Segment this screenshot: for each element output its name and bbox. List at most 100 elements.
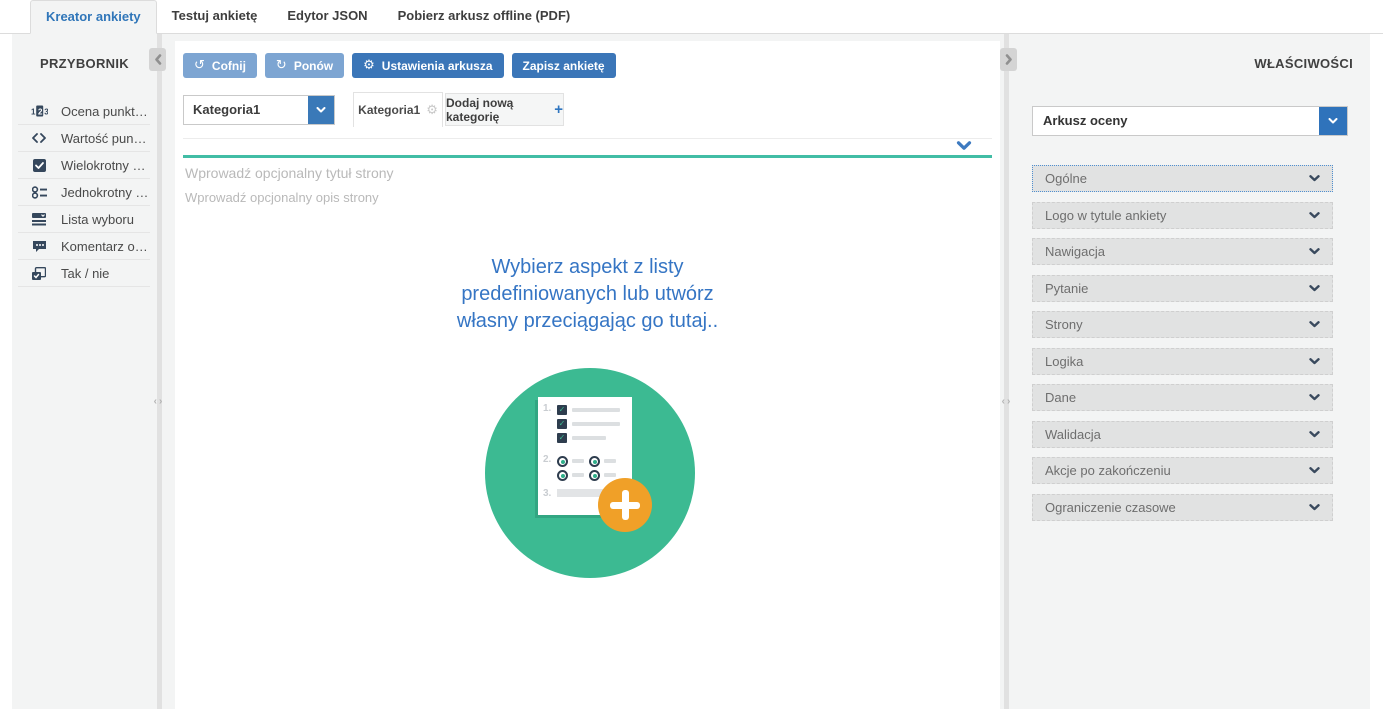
- undo-icon: ↺: [194, 58, 205, 73]
- collapse-toolbox-button[interactable]: [149, 48, 166, 71]
- accordion-section-label: Dane: [1045, 390, 1309, 405]
- empty-message-line: własny przeciągając go tutaj..: [175, 308, 1000, 335]
- drop-zone-illustration: 1. ✓ ✓ ✓ 2. 3.: [485, 368, 695, 578]
- radiogroup-icon: [30, 186, 48, 199]
- properties-selector-dropdown-button[interactable]: [1319, 107, 1347, 135]
- properties-title: WŁAŚCIWOŚCI: [1254, 56, 1353, 71]
- svg-text:3: 3: [44, 108, 48, 117]
- add-category-label: Dodaj nową kategorię: [446, 96, 548, 124]
- accordion-section-strony[interactable]: Strony: [1032, 311, 1333, 338]
- collapse-survey-header-chevron-icon[interactable]: [956, 141, 972, 151]
- chevron-down-icon: [1309, 212, 1320, 219]
- paper-checkbox-icon: ✓: [557, 433, 567, 443]
- chevron-down-icon: [1309, 285, 1320, 292]
- toolbox-item-checkbox[interactable]: Wielokrotny …: [18, 152, 150, 179]
- toolbox-item-dropdown[interactable]: Lista wyboru: [18, 206, 150, 233]
- accordion-section-dane[interactable]: Dane: [1032, 384, 1333, 411]
- chevron-down-icon: [1328, 118, 1338, 124]
- survey-accent-line: [183, 155, 992, 158]
- paper-text-line: [604, 459, 616, 463]
- accordion-section-label: Ograniczenie czasowe: [1045, 500, 1309, 515]
- properties-selector-value: Arkusz oceny: [1033, 107, 1319, 135]
- undo-button[interactable]: ↺ Cofnij: [183, 53, 257, 78]
- redo-button[interactable]: ↻ Ponów: [265, 53, 344, 78]
- survey-header-divider: [183, 138, 992, 139]
- accordion-section-label: Walidacja: [1045, 427, 1309, 442]
- accordion-section-walidacja[interactable]: Walidacja: [1032, 421, 1333, 448]
- paper-radio-icon: [557, 470, 568, 481]
- tab-edytor-json[interactable]: Edytor JSON: [272, 0, 382, 34]
- page-bar: Kategoria1 Kategoria1 ⚙ Dodaj nową kateg…: [183, 92, 1008, 127]
- accordion-section-nawigacja[interactable]: Nawigacja: [1032, 238, 1333, 265]
- page-selector[interactable]: Kategoria1: [183, 95, 335, 125]
- dropdown-icon: [30, 213, 48, 226]
- paper-text-line: [572, 422, 620, 426]
- redo-label: Ponów: [294, 59, 333, 73]
- paper-number: 3.: [543, 488, 551, 499]
- toolbox-item-radiogroup[interactable]: Jednokrotny …: [18, 179, 150, 206]
- accordion-section-ogolne[interactable]: Ogólne: [1032, 165, 1333, 192]
- top-tab-bar: Kreator ankiety Testuj ankietę Edytor JS…: [0, 0, 1383, 34]
- toolbox-item-comment[interactable]: Komentarz o…: [18, 233, 150, 260]
- toolbox-item-boolean[interactable]: Tak / nie: [18, 260, 150, 287]
- save-survey-label: Zapisz ankietę: [523, 59, 605, 73]
- undo-label: Cofnij: [212, 59, 246, 73]
- toolbox-splitter[interactable]: [157, 34, 162, 709]
- tab-pobierz-pdf[interactable]: Pobierz arkusz offline (PDF): [383, 0, 586, 34]
- chevron-down-icon: [1309, 321, 1320, 328]
- page-tab-label: Kategoria1: [358, 103, 420, 117]
- page-tab-kategoria1[interactable]: Kategoria1 ⚙: [353, 92, 443, 127]
- gear-icon: ⚙: [363, 58, 375, 73]
- accordion-section-label: Akcje po zakończeniu: [1045, 463, 1309, 478]
- accordion-section-logo[interactable]: Logo w tytule ankiety: [1032, 202, 1333, 229]
- toolbox-item-label: Jednokrotny …: [61, 185, 148, 200]
- properties-object-selector[interactable]: Arkusz oceny: [1032, 106, 1348, 136]
- comment-icon: [30, 240, 48, 253]
- value-icon: [30, 133, 48, 143]
- chevron-down-icon: [1309, 467, 1320, 474]
- toolbox-item-label: Wielokrotny …: [61, 158, 146, 173]
- toolbox-item-value[interactable]: Wartość pun…: [18, 125, 150, 152]
- properties-resize-handle[interactable]: ‹›: [996, 396, 1018, 407]
- page-settings-gear-icon[interactable]: ⚙: [426, 103, 438, 118]
- paper-text-line: [572, 436, 606, 440]
- paper-text-line: [572, 459, 584, 463]
- plus-icon: +: [554, 101, 563, 118]
- properties-accordion: Ogólne Logo w tytule ankiety Nawigacja P…: [1032, 165, 1333, 521]
- toolbox-item-rating[interactable]: 123 Ocena punkt…: [18, 98, 150, 125]
- accordion-section-ograniczenie[interactable]: Ograniczenie czasowe: [1032, 494, 1333, 521]
- toolbox-item-label: Ocena punkt…: [61, 104, 148, 119]
- toolbox-item-label: Wartość pun…: [61, 131, 147, 146]
- paper-text-line: [572, 408, 620, 412]
- sheet-settings-label: Ustawienia arkusza: [382, 59, 493, 73]
- empty-message-line: predefiniowanych lub utwórz: [175, 281, 1000, 308]
- chevron-down-icon: [1309, 358, 1320, 365]
- accordion-section-pytanie[interactable]: Pytanie: [1032, 275, 1333, 302]
- sheet-settings-button[interactable]: ⚙ Ustawienia arkusza: [352, 53, 503, 78]
- chevron-down-icon: [1309, 504, 1320, 511]
- add-category-tab[interactable]: Dodaj nową kategorię +: [445, 93, 564, 126]
- tab-kreator-ankiety[interactable]: Kreator ankiety: [30, 0, 157, 34]
- workspace: PRZYBORNIK 123 Ocena punkt… Wartość pun……: [0, 34, 1383, 709]
- page-title-input[interactable]: [185, 165, 615, 181]
- toolbox-resize-handle[interactable]: ‹›: [148, 396, 170, 407]
- toolbox-title: PRZYBORNIK: [40, 56, 129, 71]
- page-description-input[interactable]: [185, 190, 615, 205]
- page-selector-dropdown-button[interactable]: [308, 96, 334, 124]
- accordion-section-akcje[interactable]: Akcje po zakończeniu: [1032, 457, 1333, 484]
- svg-text:1: 1: [31, 108, 36, 117]
- toolbox-item-label: Komentarz o…: [61, 239, 148, 254]
- checkbox-icon: [30, 159, 48, 172]
- tab-testuj-ankiete[interactable]: Testuj ankietę: [157, 0, 273, 34]
- accordion-section-label: Logika: [1045, 354, 1309, 369]
- save-survey-button[interactable]: Zapisz ankietę: [512, 53, 616, 78]
- paper-radio-icon: [589, 456, 600, 467]
- chevron-right-icon: [1005, 54, 1013, 65]
- paper-number: 2.: [543, 454, 551, 465]
- chevron-down-icon: [1309, 175, 1320, 182]
- accordion-section-logika[interactable]: Logika: [1032, 348, 1333, 375]
- properties-splitter[interactable]: [1004, 34, 1009, 709]
- collapse-properties-button[interactable]: [1000, 48, 1017, 71]
- accordion-section-label: Logo w tytule ankiety: [1045, 208, 1309, 223]
- paper-number: 1.: [543, 403, 551, 414]
